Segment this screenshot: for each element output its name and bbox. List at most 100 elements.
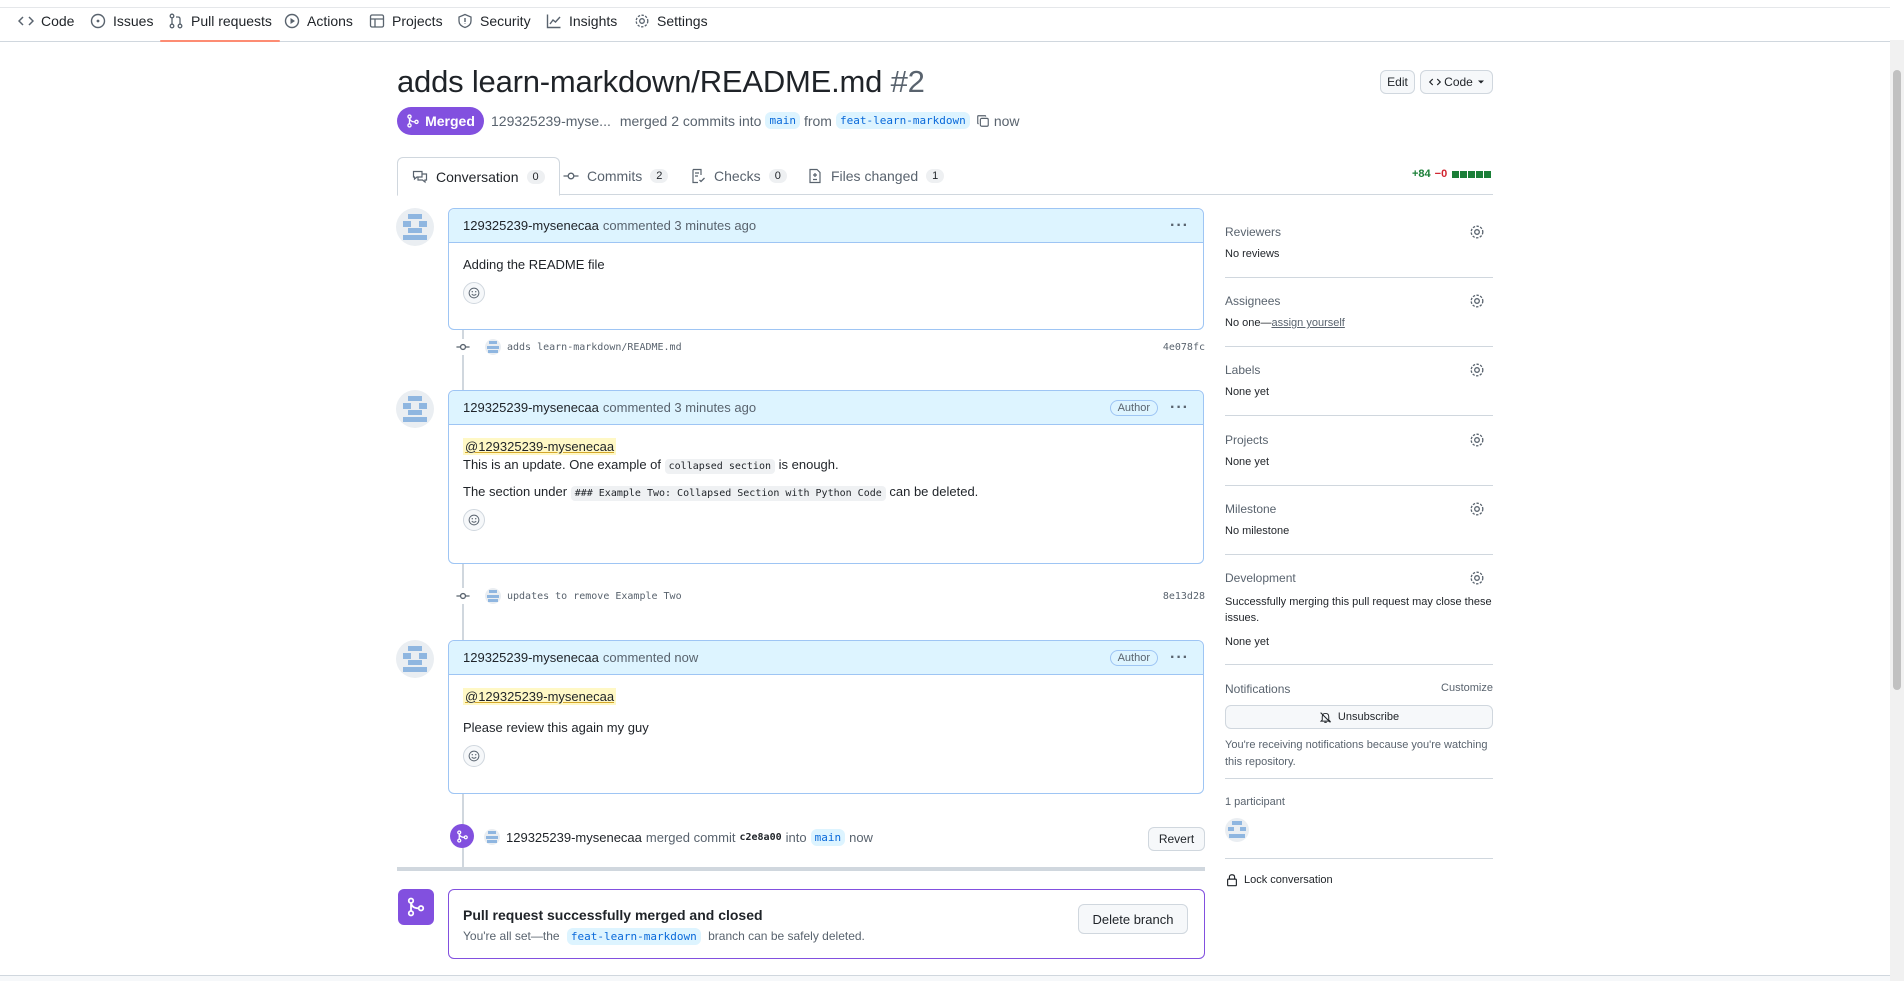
unsubscribe-label: Unsubscribe [1337,711,1400,723]
inline-code: ### Example Two: Collapsed Section with … [570,486,886,501]
unsubscribe-button[interactable]: Unsubscribe [1225,705,1493,729]
gear-icon[interactable] [1469,501,1485,517]
edit-button[interactable]: Edit [1380,70,1415,94]
table-icon [369,14,385,28]
sidebar-participants: 1 participant [1225,792,1493,859]
comment-discussion-icon [412,170,428,183]
comment-author[interactable]: 129325239-mysenecaa [463,218,599,233]
pr-author-link[interactable]: 129325239-myse... [491,113,611,129]
comment-meta: commented 3 minutes ago [602,218,757,233]
gear-icon[interactable] [1469,224,1485,240]
delete-branch-button[interactable]: Delete branch [1078,904,1188,934]
scrollbar-thumb[interactable] [1893,70,1901,690]
sidebar-development: Development Successfully merging this pu… [1225,568,1493,665]
revert-button-label: Revert [1158,832,1195,846]
notifications-desc: You're receiving notifications because y… [1225,739,1488,768]
lock-conversation-link[interactable]: Lock conversation [1225,873,1333,887]
pr-title-text: adds learn-markdown/README.md [397,64,883,99]
revert-button[interactable]: Revert [1148,827,1205,851]
author-badge: Author [1109,649,1159,666]
commit-sha[interactable]: 8e13d28 [1163,591,1205,602]
code-dropdown-button[interactable]: Code [1420,70,1493,94]
commit-message[interactable]: updates to remove Example Two [507,591,682,602]
nav-settings[interactable]: Settings [634,10,708,32]
author-badge: Author [1109,399,1159,416]
milestone-value: No milestone [1225,525,1290,537]
merge-event: 129325239-mysenecaa merged commit c2e8a0… [484,827,873,847]
merge-base-branch[interactable]: main [810,828,846,846]
commit-sha[interactable]: 4e078fc [1163,342,1205,353]
customize-link[interactable]: Customize [1441,682,1493,694]
gear-icon[interactable] [1469,570,1485,586]
avatar[interactable] [485,588,501,604]
nav-code[interactable]: Code [18,10,74,32]
avatar[interactable] [485,339,501,355]
commit-message[interactable]: adds learn-markdown/README.md [507,342,682,353]
gear-icon[interactable] [1469,362,1485,378]
user-mention[interactable]: @129325239-mysenecaa [463,438,617,455]
page-bottom-edge [0,975,1890,981]
add-reaction-button[interactable] [463,509,485,531]
smiley-icon [468,514,480,526]
comment-author[interactable]: 129325239-mysenecaa [463,650,599,665]
tab-conversation[interactable]: Conversation 0 [397,157,560,196]
sidebar-reviewers: Reviewers No reviews [1225,222,1493,278]
diffstat-block [1460,170,1468,178]
nav-actions[interactable]: Actions [284,10,353,32]
scrollbar-track[interactable] [1890,40,1904,981]
avatar[interactable] [396,208,434,246]
nav-issues[interactable]: Issues [90,10,153,32]
assignees-none: No one— [1225,317,1272,329]
nav-security[interactable]: Security [457,10,531,32]
merge-commit-sha[interactable]: c2e8a00 [739,832,781,843]
avatar[interactable] [484,829,500,845]
kebab-menu-icon[interactable]: ··· [1170,217,1189,235]
tab-files-changed[interactable]: Files changed 1 [807,157,945,195]
nav-insights[interactable]: Insights [546,10,617,32]
code-button-label: Code [1444,75,1473,89]
copy-icon[interactable] [976,114,990,128]
comment-card: 129325239-mysenecaa commented 3 minutes … [448,390,1204,564]
user-mention[interactable]: @129325239-mysenecaa [463,688,617,705]
comment-card: 129325239-mysenecaa commented 3 minutes … [448,208,1204,330]
avatar[interactable] [396,390,434,428]
nav-settings-label: Settings [657,13,708,29]
avatar[interactable] [396,640,434,678]
merged-status-box: Pull request successfully merged and clo… [448,889,1205,959]
nav-projects[interactable]: Projects [369,10,443,32]
add-reaction-button[interactable] [463,745,485,767]
comment-text: This is an update. One example of [463,457,662,472]
merged-commits-text: merged 2 commits into [619,112,762,129]
comment-header: 129325239-mysenecaa commented 3 minutes … [449,391,1203,425]
participant-avatar[interactable] [1225,818,1249,842]
shield-icon [458,13,472,29]
base-branch-label[interactable]: main [765,112,800,129]
tab-checks[interactable]: Checks 0 [690,157,787,195]
gear-icon[interactable] [1469,293,1485,309]
assign-yourself-link[interactable]: assign yourself [1271,317,1344,329]
head-branch-label[interactable]: feat-learn-markdown [835,112,970,129]
code-icon [18,16,34,26]
kebab-menu-icon[interactable]: ··· [1170,399,1189,417]
comment-header: 129325239-mysenecaa commented now Author… [449,641,1203,675]
sidebar-labels: Labels None yet [1225,360,1493,416]
milestone-title: Milestone [1225,502,1277,516]
comment-line: The section under ### Example Two: Colla… [463,484,1189,501]
tab-commits-count: 2 [650,169,669,183]
nav-projects-label: Projects [392,13,443,29]
comment-author[interactable]: 129325239-mysenecaa [463,400,599,415]
bell-slash-icon [1319,711,1332,723]
diffstat-additions: +84 [1412,168,1431,180]
kebab-menu-icon[interactable]: ··· [1170,649,1189,667]
merged-box-branch[interactable]: feat-learn-markdown [566,928,701,945]
play-icon [284,13,300,29]
merged-state-badge: Merged [397,107,484,135]
issue-icon [90,13,106,29]
commit-event: adds learn-markdown/README.md 4e078fc [455,337,1205,357]
lock-icon [1227,874,1237,887]
merge-author[interactable]: 129325239-mysenecaa [506,830,642,845]
nav-pull-requests[interactable]: Pull requests [160,10,280,42]
tab-commits[interactable]: Commits 2 [563,157,669,195]
gear-icon[interactable] [1469,432,1485,448]
add-reaction-button[interactable] [463,282,485,304]
